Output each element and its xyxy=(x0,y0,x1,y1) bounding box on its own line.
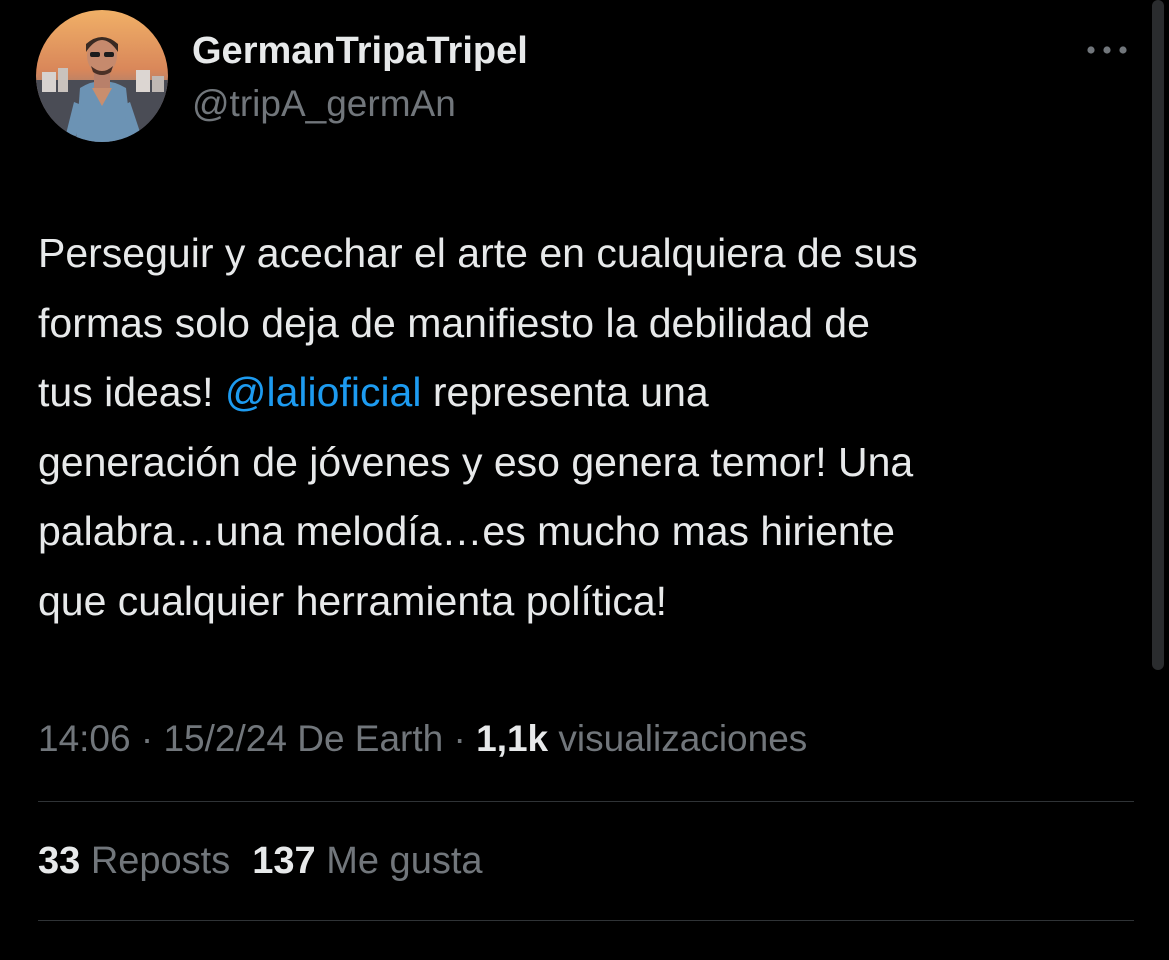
likes-label: Me gusta xyxy=(315,840,483,882)
tweet-text-line: tus ideas! @lalioficial representa una xyxy=(38,358,1138,428)
tweet-text: Perseguir y acechar el arte en cualquier… xyxy=(38,219,1138,636)
author-handle[interactable]: @tripA_germAn xyxy=(192,82,456,126)
likes-stat[interactable]: 137 Me gusta xyxy=(252,838,482,884)
tweet-text-line: Perseguir y acechar el arte en cualquier… xyxy=(38,230,918,276)
reposts-stat[interactable]: 33 Reposts xyxy=(38,838,230,884)
views-label: visualizaciones xyxy=(548,718,808,759)
tweet-text-fragment: tus ideas! xyxy=(38,369,225,415)
scrollbar[interactable] xyxy=(1152,0,1164,670)
views-count[interactable]: 1,1k xyxy=(476,718,548,759)
tweet-text-line: formas solo deja de manifiesto la debili… xyxy=(38,299,870,346)
tweet-text-line: palabra…una melodía…es mucho mas hirient… xyxy=(38,508,895,554)
tweet-stats: 33 Reposts 137 Me gusta xyxy=(38,838,483,884)
tweet-text-fragment: representa una xyxy=(421,369,709,415)
reposts-count: 33 xyxy=(38,840,81,882)
meta-separator: · xyxy=(130,718,164,759)
author-display-name[interactable]: GermanTripaTripel xyxy=(192,28,528,74)
divider xyxy=(38,920,1134,921)
avatar[interactable] xyxy=(36,10,168,142)
more-horizontal-icon[interactable] xyxy=(1083,32,1131,68)
tweet-text-line: generación de jóvenes y eso genera temor… xyxy=(38,438,914,485)
profile-photo xyxy=(36,10,168,142)
tweet-time[interactable]: 14:06 xyxy=(38,718,131,759)
likes-count: 137 xyxy=(252,840,316,882)
tweet-source: De Earth xyxy=(286,718,444,759)
tweet-meta: 14:06 · 15/2/24 De Earth · 1,1k visualiz… xyxy=(38,716,807,762)
mention-link[interactable]: @lalioficial xyxy=(225,369,422,415)
reposts-label: Reposts xyxy=(80,840,231,882)
tweet-date[interactable]: 15/2/24 xyxy=(163,718,286,759)
tweet-text-line: que cualquier herramienta política! xyxy=(38,577,668,624)
meta-separator: · xyxy=(443,718,477,759)
divider xyxy=(38,801,1134,802)
